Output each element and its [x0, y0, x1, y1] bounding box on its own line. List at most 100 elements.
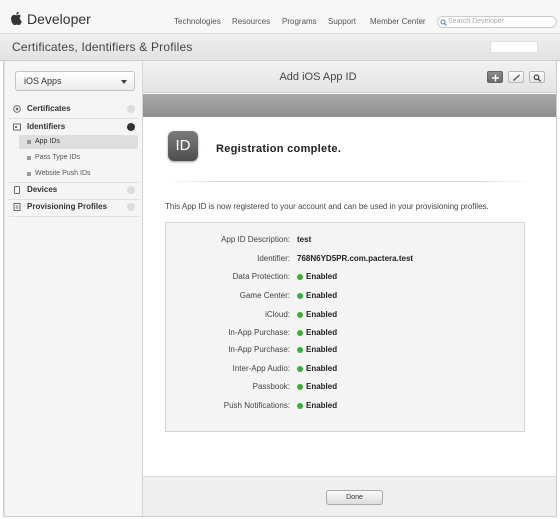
sidebar-subitem-label: App IDs — [35, 138, 60, 145]
detail-status: Enabled — [297, 380, 337, 394]
sidebar-subitem-pass-type-ids[interactable]: Pass Type IDs — [19, 151, 138, 165]
chevron-right-icon — [127, 105, 135, 113]
detail-label: In-App Purchase: — [228, 328, 290, 337]
detail-status: Enabled — [297, 308, 337, 322]
detail-label: Push Notifications: — [223, 401, 290, 410]
bullet-icon — [27, 172, 31, 176]
status-dot-icon — [297, 273, 303, 280]
detail-row: Push Notifications: Enabled — [166, 399, 524, 413]
sidebar-item-identifiers[interactable]: Identifiers — [5, 119, 143, 135]
sidebar-subitem-label: Website Push IDs — [35, 170, 91, 177]
main-title: Add iOS App ID — [279, 71, 357, 83]
app-id-badge: ID — [168, 131, 198, 161]
main-header: Add iOS App ID — [143, 61, 556, 93]
detail-row: Passbook: Enabled — [166, 380, 524, 394]
page-titlebar: Certificates, Identifiers & Profiles — [0, 34, 560, 61]
sidebar-item-label: Devices — [27, 185, 58, 194]
status-dot-icon — [297, 329, 303, 336]
developer-brand[interactable]: Developer — [27, 11, 91, 27]
nav-resources[interactable]: Resources — [232, 17, 270, 26]
detail-label: In-App Purchase: — [228, 345, 290, 354]
id-card-icon — [13, 123, 21, 131]
sidebar-item-provisioning-profiles[interactable]: Provisioning Profiles — [5, 199, 143, 215]
sidebar-item-certificates[interactable]: Certificates — [5, 101, 143, 117]
detail-label: App ID Description: — [221, 235, 290, 244]
sidebar-item-label: Provisioning Profiles — [27, 202, 108, 211]
apple-logo-icon[interactable] — [10, 11, 22, 25]
detail-status: Enabled — [297, 362, 337, 376]
account-box[interactable] — [490, 41, 538, 53]
app-id-details: App ID Description: test Identifier: 768… — [165, 222, 525, 432]
add-icon — [492, 74, 499, 82]
detail-row: Game Center: Enabled — [166, 289, 524, 303]
search-button[interactable] — [529, 71, 545, 83]
detail-row: iCloud: Enabled — [166, 308, 524, 322]
chevron-right-icon — [127, 203, 135, 211]
status-dot-icon — [297, 292, 303, 299]
search-icon — [440, 19, 447, 26]
done-button[interactable]: Done — [326, 490, 383, 505]
main-content: ID Registration complete. This App ID is… — [143, 117, 556, 476]
status-text: Enabled — [306, 345, 338, 354]
status-dot-icon — [297, 311, 303, 318]
add-button[interactable] — [487, 71, 503, 83]
device-icon — [14, 186, 20, 194]
sidebar: iOS Apps Certificates Identifiers App ID… — [4, 61, 143, 516]
search-icon — [533, 74, 542, 82]
detail-label: Inter-App Audio: — [232, 364, 290, 373]
detail-status: Enabled — [297, 289, 337, 303]
chevron-down-icon — [121, 80, 127, 84]
nav-programs[interactable]: Programs — [282, 17, 317, 26]
status-text: Enabled — [306, 364, 338, 373]
registration-message: This App ID is now registered to your ac… — [165, 202, 489, 211]
detail-value: test — [297, 235, 312, 244]
chevron-down-icon — [127, 123, 135, 131]
sidebar-item-label: Identifiers — [27, 122, 66, 131]
sidebar-subitem-label: Pass Type IDs — [35, 154, 81, 161]
status-dot-icon — [297, 346, 303, 353]
main-footer: Done — [143, 476, 556, 516]
sidebar-subitem-website-push-ids[interactable]: Website Push IDs — [19, 167, 138, 181]
detail-status: Enabled — [297, 343, 337, 357]
page-title: Certificates, Identifiers & Profiles — [12, 40, 193, 54]
status-text: Enabled — [306, 291, 338, 300]
status-text: Enabled — [306, 401, 338, 410]
detail-row: In-App Purchase: Enabled — [166, 343, 524, 357]
detail-row: Data Protection: Enabled — [166, 270, 524, 284]
nav-support[interactable]: Support — [328, 17, 356, 26]
detail-row: App ID Description: test — [166, 233, 524, 247]
detail-label: Identifier: — [257, 254, 290, 263]
nav-technologies[interactable]: Technologies — [174, 17, 221, 26]
search-placeholder: Search Developer — [448, 18, 505, 25]
status-dot-icon — [297, 365, 303, 372]
status-text: Enabled — [306, 272, 338, 281]
edit-icon — [513, 74, 520, 82]
platform-select[interactable]: iOS Apps — [15, 71, 135, 91]
status-text: Enabled — [306, 382, 338, 391]
nav-member-center[interactable]: Member Center — [370, 17, 426, 26]
registration-heading: Registration complete. — [216, 143, 342, 155]
divider — [166, 181, 531, 182]
sidebar-item-label: Certificates — [27, 104, 71, 113]
profile-doc-icon — [13, 203, 21, 211]
status-dot-icon — [297, 383, 303, 390]
search-input[interactable]: Search Developer — [437, 16, 557, 28]
detail-value: 768N6YD5PR.com.pactera.test — [297, 254, 414, 263]
detail-status: Enabled — [297, 326, 337, 340]
platform-select-value: iOS Apps — [24, 76, 62, 86]
detail-row: Inter-App Audio: Enabled — [166, 362, 524, 376]
detail-row: In-App Purchase: Enabled — [166, 326, 524, 340]
sidebar-subitem-app-ids[interactable]: App IDs — [19, 135, 138, 149]
top-navigation: Developer Technologies Resources Program… — [0, 0, 560, 34]
detail-row: Identifier: 768N6YD5PR.com.pactera.test — [166, 252, 524, 266]
detail-status: Enabled — [297, 399, 337, 413]
detail-label: Passbook: — [252, 382, 290, 391]
status-text: Enabled — [306, 310, 338, 319]
edit-button[interactable] — [508, 71, 524, 83]
header-band — [143, 94, 556, 117]
detail-status: Enabled — [297, 270, 337, 284]
detail-label: Data Protection: — [232, 272, 290, 281]
chevron-right-icon — [127, 186, 135, 194]
sidebar-item-devices[interactable]: Devices — [5, 182, 143, 198]
bullet-icon — [27, 140, 31, 144]
